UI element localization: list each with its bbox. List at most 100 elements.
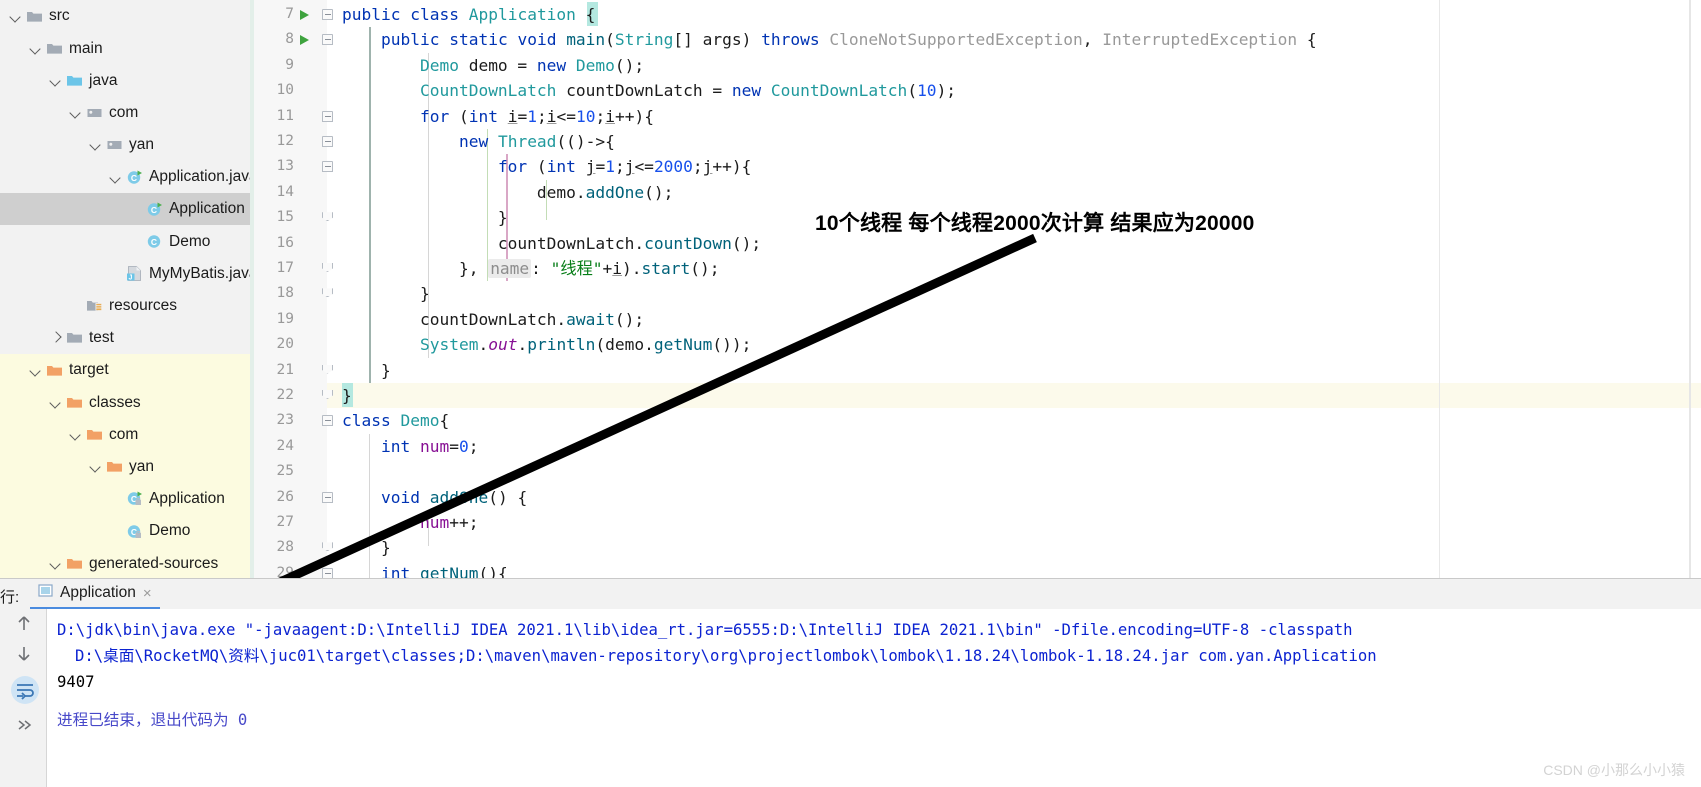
up-arrow-icon[interactable]: [13, 612, 35, 634]
code-line[interactable]: }, name: "线程"+i).start();: [342, 256, 720, 281]
code-line[interactable]: for (int j=1;j<=2000;j++){: [342, 154, 751, 179]
code-line[interactable]: new Thread(()->{: [342, 129, 615, 154]
console-line[interactable]: D:\桌面\RocketMQ\资料\juc01\target\classes;D…: [75, 643, 1377, 669]
code-line[interactable]: }: [342, 383, 352, 408]
fold-start-icon[interactable]: [322, 129, 335, 154]
line-number: 9: [285, 56, 294, 73]
tree-item-com[interactable]: com: [0, 418, 250, 451]
tab-application[interactable]: Application ×: [30, 579, 160, 610]
chevron-down-icon[interactable]: [89, 460, 102, 473]
folder-blue-icon: [66, 72, 83, 89]
chevron-down-icon[interactable]: [89, 138, 102, 151]
editor-gutter[interactable]: 7 8 9 10 11 12 13 14 15 16 17 18 19 20 21 22 23 24 25 26 27 2…: [250, 0, 333, 578]
chevron-down-icon[interactable]: [49, 74, 62, 87]
tree-item-application[interactable]: C Application: [0, 193, 250, 226]
soft-wrap-icon[interactable]: [10, 675, 40, 705]
code-line[interactable]: public static void main(String[] args) t…: [342, 27, 1317, 52]
svg-text:J: J: [129, 275, 133, 282]
line-number: 25: [276, 463, 294, 480]
chevron-down-icon[interactable]: [109, 171, 122, 184]
class-compiled-run-icon: C: [126, 490, 143, 507]
code-line[interactable]: }: [342, 281, 430, 306]
tree-item-src[interactable]: src: [0, 0, 250, 32]
code-line[interactable]: Demo demo = new Demo();: [342, 53, 644, 78]
code-line[interactable]: }: [342, 535, 391, 560]
code-line[interactable]: void addOne() {: [342, 485, 527, 510]
code-line[interactable]: System.out.println(demo.getNum());: [342, 332, 751, 357]
fold-start-icon[interactable]: [322, 27, 335, 52]
code-editor[interactable]: 7 8 9 10 11 12 13 14 15 16 17 18 19 20 21 22 23 24 25 26 27 2…: [250, 0, 1701, 578]
folder-orange-icon: [66, 394, 83, 411]
tree-item-label: Application: [149, 490, 225, 508]
spacer-icon: [109, 525, 122, 538]
tree-item-yan[interactable]: yan: [0, 450, 250, 483]
tree-item-application[interactable]: C Application: [0, 482, 250, 515]
fold-end-icon[interactable]: [322, 535, 335, 560]
code-line[interactable]: int getNum(){: [342, 561, 508, 578]
code-text-area[interactable]: public class Application { public static…: [342, 0, 1701, 578]
tree-item-yan[interactable]: yan: [0, 129, 250, 161]
tree-item-demo[interactable]: C Demo: [0, 225, 250, 257]
fold-end-icon[interactable]: [322, 358, 335, 383]
chevron-down-icon[interactable]: [49, 396, 62, 409]
run-tool-window[interactable]: 行: Application × D:\jdk\bin\java.exe "-j…: [0, 578, 1701, 787]
run-panel-toolbar[interactable]: [0, 609, 47, 787]
code-line[interactable]: }: [342, 358, 391, 383]
fold-end-icon[interactable]: [322, 281, 335, 306]
code-line[interactable]: demo.addOne();: [342, 180, 673, 205]
tree-item-mymybatis-java[interactable]: J MyMyBatis.java: [0, 258, 250, 290]
line-number: 28: [276, 539, 294, 556]
code-line[interactable]: class Demo{: [342, 408, 449, 433]
code-line[interactable]: public class Application {: [342, 2, 595, 27]
tree-item-java[interactable]: java: [0, 64, 250, 96]
down-arrow-icon[interactable]: [13, 642, 35, 664]
folder-gray-icon: [66, 329, 83, 346]
close-icon[interactable]: ×: [143, 586, 152, 601]
code-line[interactable]: CountDownLatch countDownLatch = new Coun…: [342, 78, 956, 103]
chevron-down-icon[interactable]: [29, 42, 42, 55]
spacer-icon: [129, 235, 142, 248]
fold-start-icon[interactable]: [322, 561, 335, 578]
more-icon[interactable]: [13, 714, 35, 736]
tree-item-resources[interactable]: resources: [0, 290, 250, 322]
fold-end-icon[interactable]: [322, 383, 335, 408]
fold-start-icon[interactable]: [322, 485, 335, 510]
console-output[interactable]: D:\jdk\bin\java.exe "-javaagent:D:\Intel…: [47, 609, 1701, 787]
chevron-down-icon[interactable]: [9, 10, 22, 23]
code-line[interactable]: int num=0;: [342, 434, 479, 459]
tree-item-target[interactable]: target: [0, 354, 250, 387]
tree-item-demo[interactable]: C Demo: [0, 515, 250, 548]
chevron-down-icon[interactable]: [69, 428, 82, 441]
fold-start-icon[interactable]: [322, 408, 335, 433]
code-line[interactable]: }: [342, 205, 508, 230]
line-number: 10: [276, 82, 294, 99]
fold-start-icon[interactable]: [322, 2, 335, 27]
code-line[interactable]: countDownLatch.countDown();: [342, 231, 761, 256]
fold-end-icon[interactable]: [322, 205, 335, 230]
spacer-icon: [109, 267, 122, 280]
code-line[interactable]: num++;: [342, 510, 479, 535]
tree-item-classes[interactable]: classes: [0, 386, 250, 419]
ide-window: src main java com yan C Application.java C Appli…: [0, 0, 1701, 787]
tab-label: Application: [60, 584, 136, 601]
tree-item-test[interactable]: test: [0, 322, 250, 354]
tree-item-generated-sources[interactable]: generated-sources: [0, 547, 250, 578]
tree-item-main[interactable]: main: [0, 32, 250, 64]
console-line: 进程已结束，退出代码为 0: [57, 711, 248, 729]
chevron-down-icon[interactable]: [29, 364, 42, 377]
fold-end-icon[interactable]: [322, 256, 335, 281]
project-tree-panel[interactable]: src main java com yan C Application.java C Appli…: [0, 0, 250, 578]
tree-item-com[interactable]: com: [0, 97, 250, 129]
console-line[interactable]: D:\jdk\bin\java.exe "-javaagent:D:\Intel…: [57, 617, 1353, 643]
svg-text:C: C: [151, 205, 157, 215]
chevron-down-icon[interactable]: [69, 106, 82, 119]
code-line[interactable]: countDownLatch.await();: [342, 307, 644, 332]
chevron-down-icon[interactable]: [49, 557, 62, 570]
code-line[interactable]: for (int i=1;i<=10;i++){: [342, 104, 654, 129]
run-gutter-icon[interactable]: [298, 2, 312, 27]
run-gutter-icon[interactable]: [298, 27, 312, 52]
fold-start-icon[interactable]: [322, 104, 335, 129]
chevron-right-icon[interactable]: [49, 331, 62, 344]
fold-start-icon[interactable]: [322, 154, 335, 179]
tree-item-application-java[interactable]: C Application.java: [0, 161, 250, 193]
